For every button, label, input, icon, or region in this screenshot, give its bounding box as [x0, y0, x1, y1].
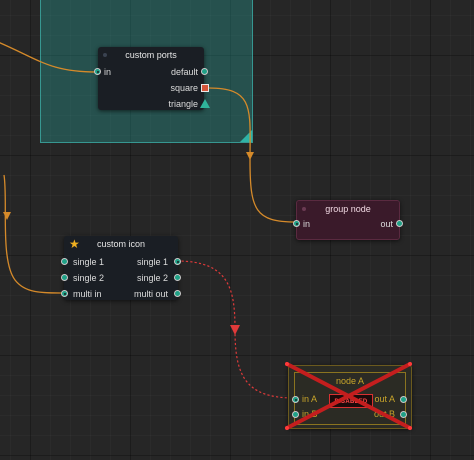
port-label-out-single-2: single 2: [136, 273, 168, 283]
group-node[interactable]: group node in out: [293, 200, 403, 240]
node-title-bar[interactable]: ★ custom icon: [64, 236, 178, 252]
node-title-bar[interactable]: group node: [297, 201, 399, 217]
node-title-bar[interactable]: node A: [289, 373, 411, 389]
wire-arrow-dashed: [230, 325, 240, 335]
port-label-square: square: [170, 83, 198, 93]
output-port-square-icon[interactable]: [201, 84, 209, 92]
node-graph-canvas[interactable]: custom ports in default square triangle …: [0, 0, 474, 460]
port-label-in-a: in A: [302, 394, 318, 404]
output-port-default[interactable]: [201, 68, 208, 75]
wire-arrow-group: [246, 152, 254, 160]
wire-to-multi-in[interactable]: [3, 174, 67, 294]
node-status-dot: [103, 53, 107, 57]
port-label-triangle: triangle: [168, 99, 198, 109]
star-icon: ★: [69, 237, 80, 251]
node-a-disabled[interactable]: node A in A in B DISABLED out A out B: [288, 365, 412, 429]
node-title: node A: [335, 376, 365, 386]
port-label-in-b: in B: [302, 409, 318, 419]
output-port-multi[interactable]: [174, 290, 181, 297]
custom-icon-node[interactable]: ★ custom icon single 1 single 2 multi in…: [61, 236, 181, 300]
input-port-in-b[interactable]: [292, 411, 299, 418]
disabled-badge: DISABLED: [329, 394, 373, 408]
port-label-out-single-1: single 1: [136, 257, 168, 267]
port-label-in: in: [303, 219, 311, 229]
port-label-out-a: out A: [374, 394, 395, 404]
port-label-out-multi: multi out: [133, 289, 168, 299]
output-port-single-1[interactable]: [174, 258, 181, 265]
port-label-in: in: [104, 67, 112, 77]
port-label-in-single-2: single 2: [73, 273, 105, 283]
input-port-single-1[interactable]: [61, 258, 68, 265]
node-title: group node: [325, 204, 371, 214]
input-port-in[interactable]: [293, 220, 300, 227]
wire-single1-to-in-a[interactable]: [176, 260, 295, 399]
wire-arrow-multi: [3, 212, 11, 220]
output-port-triangle-icon[interactable]: [200, 99, 210, 108]
port-label-out-b: out B: [373, 409, 395, 419]
port-label-in-single-1: single 1: [73, 257, 105, 267]
node-title: custom icon: [96, 239, 146, 249]
input-port-single-2[interactable]: [61, 274, 68, 281]
node-title: custom ports: [125, 50, 177, 60]
input-port-in[interactable]: [94, 68, 101, 75]
output-port-out-a[interactable]: [400, 396, 407, 403]
input-port-multi[interactable]: [61, 290, 68, 297]
node-title-bar[interactable]: custom ports: [98, 47, 204, 63]
port-label-out: out: [380, 219, 393, 229]
resize-corner-icon[interactable]: [240, 130, 252, 142]
input-port-in-a[interactable]: [292, 396, 299, 403]
node-status-dot: [302, 207, 306, 211]
port-label-in-multi: multi in: [73, 289, 102, 299]
output-port-out-b[interactable]: [400, 411, 407, 418]
output-port-single-2[interactable]: [174, 274, 181, 281]
output-port-out[interactable]: [396, 220, 403, 227]
port-label-default: default: [170, 67, 198, 77]
custom-ports-node[interactable]: custom ports in default square triangle: [94, 47, 210, 110]
